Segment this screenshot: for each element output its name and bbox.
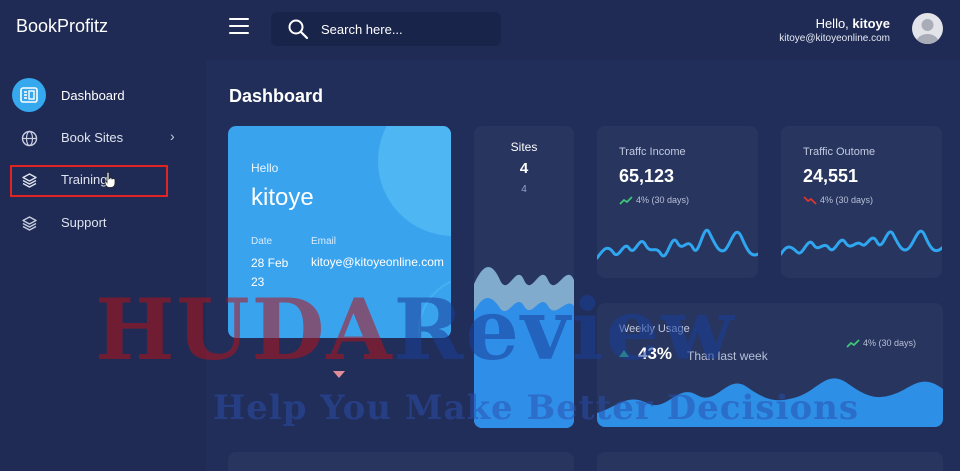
watermark-tagline: Help You Make Better Decisions: [213, 388, 860, 428]
menu-toggle-icon[interactable]: [229, 18, 251, 36]
sidebar-item-label: Dashboard: [61, 88, 125, 103]
user-greeting: Hello, kitoye kitoye@kitoyeonline.com: [779, 16, 890, 44]
avatar[interactable]: [912, 13, 943, 44]
traffic-outcome-card: Traffic Outome 24,551 4% (30 days): [781, 126, 942, 278]
user-avatar-icon: [916, 19, 939, 44]
page-title: Dashboard: [229, 86, 324, 106]
search-input[interactable]: [321, 19, 491, 39]
watermark-part2: Review: [393, 280, 736, 379]
trend-up-icon: [846, 339, 860, 348]
traffic-income-wave: [597, 228, 758, 260]
welcome-name: kitoye: [251, 184, 314, 211]
user-email: kitoye@kitoyeonline.com: [779, 33, 890, 44]
hand-cursor-icon: [104, 172, 116, 188]
traffic-outcome-value: 24,551: [803, 166, 859, 186]
sidebar-item-dashboard[interactable]: Dashboard: [12, 78, 182, 112]
traffic-outcome-change-text: 4% (30 days): [820, 195, 874, 205]
user-name: kitoye: [852, 16, 890, 31]
traffic-outcome-change: 4% (30 days): [803, 195, 873, 205]
search-box: [271, 12, 501, 46]
bottom-card-right: [597, 452, 943, 471]
watermark-part1: HUDA: [95, 280, 394, 379]
brand-logo[interactable]: BookProfitz: [16, 16, 108, 37]
greeting-prefix: Hello,: [815, 16, 853, 31]
search-icon[interactable]: [287, 18, 309, 40]
traffic-income-value: 65,123: [619, 166, 675, 186]
bottom-card-left: [228, 452, 574, 471]
sidebar-item-book-sites[interactable]: Book Sites ›: [12, 121, 182, 151]
traffic-outcome-wave: [781, 229, 942, 256]
welcome-hello: Hello: [251, 161, 279, 175]
sites-subvalue: 4: [521, 184, 527, 195]
dashboard-icon: [12, 78, 46, 112]
chevron-right-icon[interactable]: ›: [170, 128, 175, 144]
traffic-income-card: Traffc Income 65,123 4% (30 days): [597, 126, 758, 278]
weekly-change-text: 4% (30 days): [863, 338, 917, 348]
sites-card: Sites 4 4: [474, 126, 574, 428]
traffic-income-title: Traffc Income: [619, 146, 686, 158]
email-label: Email: [311, 236, 337, 247]
globe-icon: [12, 121, 46, 155]
training-highlight-box: [10, 165, 168, 197]
traffic-outcome-title: Traffic Outome: [803, 146, 876, 158]
sidebar-item-label: Support: [61, 215, 107, 230]
sites-title: Sites: [510, 140, 538, 154]
sites-value: 4: [519, 160, 529, 177]
sidebar-item-label: Book Sites: [61, 130, 124, 145]
email-value: kitoye@kitoyeonline.com: [311, 255, 444, 269]
traffic-income-change-text: 4% (30 days): [636, 195, 690, 205]
weekly-change: 4% (30 days): [846, 338, 916, 348]
watermark-title: HUDAReview: [95, 288, 735, 372]
trend-down-icon: [803, 196, 817, 205]
traffic-income-change: 4% (30 days): [619, 195, 689, 205]
layers-icon: [12, 206, 46, 240]
date-label: Date: [251, 236, 273, 247]
trend-up-icon: [619, 196, 633, 205]
sidebar-item-support[interactable]: Support: [12, 206, 182, 236]
